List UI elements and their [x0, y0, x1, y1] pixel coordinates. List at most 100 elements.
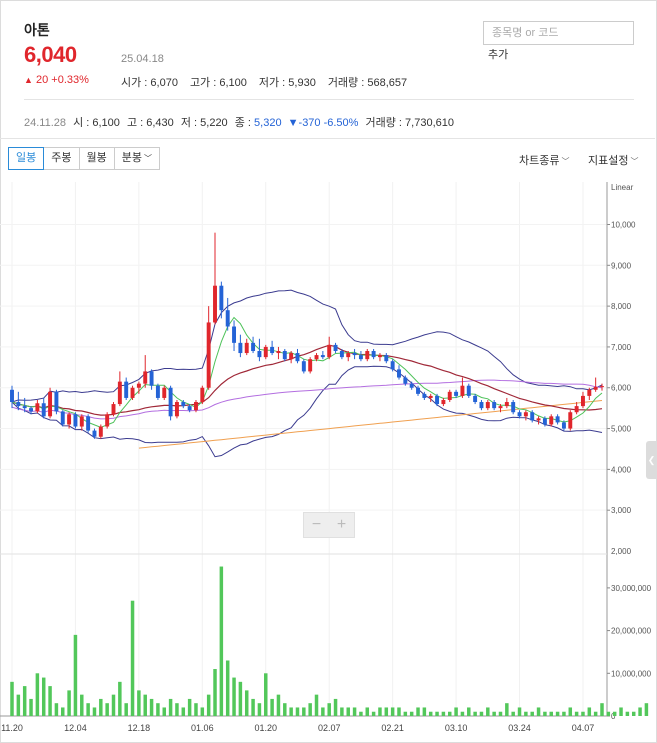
volume-bar [99, 698, 103, 716]
candle [435, 395, 440, 405]
candle [454, 391, 459, 396]
volume-bar [219, 566, 224, 716]
volume-bar [422, 707, 427, 716]
volume-bar [397, 707, 401, 716]
candle [530, 412, 535, 421]
candle [79, 416, 84, 427]
volume-bar [416, 707, 420, 716]
candle [397, 369, 401, 378]
candle [384, 355, 389, 362]
chevron-down-icon: ﹀ [561, 157, 570, 166]
candle [111, 404, 116, 415]
candle [124, 381, 129, 398]
volume-bar [574, 711, 579, 716]
candle [308, 359, 313, 372]
indicator-menu[interactable]: 지표설정 ﹀ [588, 152, 638, 168]
scale-label: Linear [611, 183, 634, 192]
volume-bar [606, 711, 611, 716]
volume-bar [587, 707, 592, 716]
volume-bar [403, 711, 408, 716]
chart-type-menu[interactable]: 차트종류 ﹀ [519, 152, 569, 168]
candle [48, 391, 53, 417]
chevron-left-icon[interactable]: ❮ [646, 441, 657, 479]
zoom-in-button[interactable]: + [329, 513, 354, 537]
candle [365, 351, 370, 360]
up-arrow-icon: ▲ [24, 75, 33, 85]
volume-tick-label: 20,000,000 [611, 627, 652, 636]
volume-bar [156, 703, 160, 716]
volume-bar [333, 698, 338, 716]
candle [377, 355, 382, 358]
volume-bar [162, 707, 167, 716]
volume-bar [124, 703, 128, 716]
tab-monthly[interactable]: 월봉 [78, 147, 115, 170]
candle [149, 371, 154, 386]
add-button[interactable]: 추가 [488, 46, 508, 62]
hover-high: 고 : 6,430 [126, 117, 174, 129]
volume-bar [352, 707, 357, 716]
stock-chart[interactable]: 11.20 12.04 12.18 01.06 01.20 02.07 02.21 03.10… [0, 172, 657, 743]
volume-bar [194, 703, 198, 716]
candle [10, 389, 14, 403]
volume-bar [568, 707, 573, 716]
candle [60, 411, 65, 425]
candle [428, 395, 433, 398]
x-tick-label: 01.20 [254, 723, 277, 733]
candle [466, 385, 471, 396]
volume-bar [54, 703, 59, 716]
candle [282, 351, 287, 360]
volume-bar [251, 698, 255, 716]
candle [314, 355, 319, 360]
candle [155, 385, 160, 398]
volume-tick-label: 10,000,000 [611, 669, 652, 678]
volume-bar [302, 707, 306, 716]
candle [346, 353, 351, 358]
volume-bar [390, 707, 395, 716]
stock-search-input[interactable] [490, 22, 634, 44]
volume-bar [175, 703, 179, 716]
candle [536, 418, 541, 421]
volume-bar [581, 711, 585, 716]
stock-name: 아톤 [24, 22, 50, 38]
candle [416, 387, 420, 394]
candle [498, 406, 503, 409]
tab-minute[interactable]: 분봉 ﹀ [113, 147, 160, 170]
quote-date: 25.04.18 [121, 53, 164, 65]
volume-bar [346, 707, 350, 716]
candle [441, 399, 446, 405]
volume-bar [492, 711, 496, 716]
candle [86, 416, 91, 431]
tab-daily[interactable]: 일봉 [8, 147, 45, 170]
candle [174, 402, 179, 417]
candle [187, 406, 192, 411]
chart-type-label: 차트종류 [519, 155, 560, 167]
tab-weekly[interactable]: 주봉 [43, 147, 80, 170]
candle [213, 285, 217, 323]
candle [568, 412, 573, 429]
hover-close: 5,320 [254, 117, 282, 129]
trade-volume: 거래량 : 568,657 [327, 77, 408, 89]
candle [168, 387, 173, 417]
volume-bar [473, 711, 477, 716]
volume-bar [143, 694, 147, 716]
zoom-out-button[interactable]: − [304, 513, 329, 537]
candle [92, 430, 97, 437]
volume-bar [327, 703, 331, 716]
open-price: 시가 : 6,070 [121, 77, 178, 89]
stock-search [483, 21, 634, 45]
x-tick-label: 02.07 [318, 723, 341, 733]
volume-bar [232, 677, 236, 716]
candle [117, 381, 122, 405]
volume-bar [73, 634, 78, 716]
hover-open: 시 : 6,100 [73, 117, 120, 129]
volume-bar [29, 698, 33, 716]
volume-bar [48, 686, 52, 716]
candle [523, 412, 528, 417]
volume-bar [486, 707, 490, 716]
x-tick-label: 03.24 [508, 723, 531, 733]
volume-bar [118, 681, 122, 716]
volume-bar [276, 694, 281, 716]
candle [143, 371, 148, 384]
volume-bar [505, 703, 509, 716]
y-tick-label: 9,000 [611, 261, 632, 270]
